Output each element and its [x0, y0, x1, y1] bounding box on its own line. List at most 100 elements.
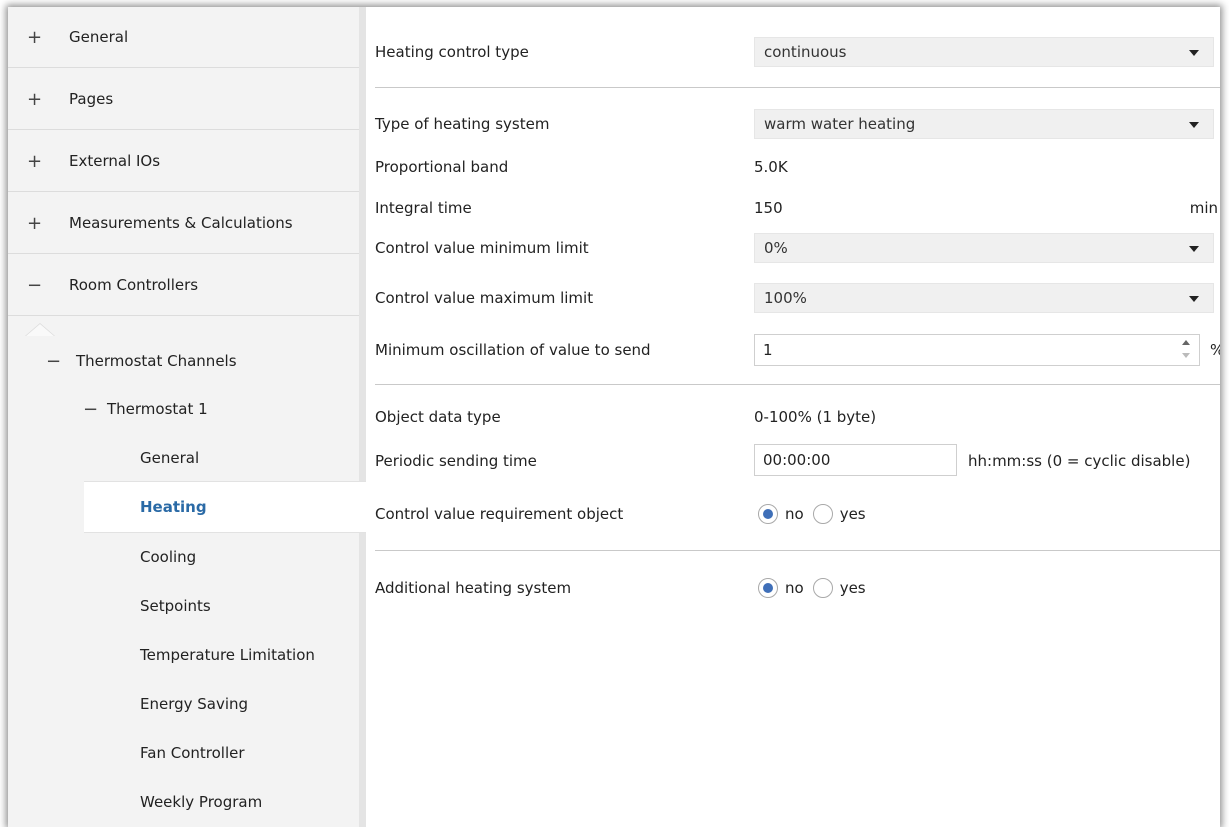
param-integral-time: Integral time 150 min: [366, 193, 1220, 223]
tree-page-label: Temperature Limitation: [140, 646, 315, 664]
expand-plus-icon[interactable]: +: [27, 27, 42, 48]
select-value: warm water heating: [764, 115, 916, 133]
tree-page-general[interactable]: General: [8, 434, 359, 482]
param-additional-heating: Additional heating system no yes: [366, 573, 1220, 603]
tree-page-energy-saving[interactable]: Energy Saving: [8, 680, 359, 728]
window: + General + Pages + External IOs + Measu…: [8, 7, 1220, 827]
section-divider: [375, 87, 1220, 88]
param-label: Control value maximum limit: [375, 289, 594, 307]
param-label: Periodic sending time: [375, 452, 537, 470]
param-heating-control-type: Heating control type continuous: [366, 37, 1220, 67]
expanded-caret-fill: [26, 324, 54, 336]
radio-label: no: [785, 505, 804, 523]
expand-plus-icon[interactable]: +: [27, 89, 42, 110]
collapse-minus-icon[interactable]: −: [83, 399, 98, 420]
expand-plus-icon[interactable]: +: [27, 213, 42, 234]
tree-item-thermostat-channels[interactable]: − Thermostat Channels: [8, 337, 359, 385]
param-min-limit: Control value minimum limit 0%: [366, 233, 1220, 263]
select-value: 0%: [764, 239, 788, 257]
spin-up-icon[interactable]: [1182, 340, 1190, 345]
input-value: 00:00:00: [763, 451, 831, 469]
stepper-value: 1: [763, 341, 773, 359]
tree-page-fan-controller[interactable]: Fan Controller: [8, 729, 359, 777]
param-label: Object data type: [375, 408, 501, 426]
tree-page-temperature-limitation[interactable]: Temperature Limitation: [8, 631, 359, 679]
tree-page-label: Weekly Program: [140, 793, 263, 811]
sidebar-item-pages[interactable]: + Pages: [8, 69, 359, 130]
dropdown-arrow-icon: [1189, 296, 1199, 302]
select-value: 100%: [764, 289, 807, 307]
max-limit-select[interactable]: 100%: [754, 283, 1214, 313]
tree-page-label: Fan Controller: [140, 744, 245, 762]
param-label: Proportional band: [375, 158, 509, 176]
param-label: Additional heating system: [375, 579, 572, 597]
param-label: Control value minimum limit: [375, 239, 589, 257]
spinner-arrows-icon[interactable]: [1181, 339, 1191, 361]
param-min-oscillation: Minimum oscillation of value to send 1 %: [366, 334, 1220, 366]
param-value: 5.0K: [754, 158, 788, 176]
min-oscillation-stepper[interactable]: 1: [754, 334, 1200, 366]
tree-page-label: Energy Saving: [140, 695, 249, 713]
expand-plus-icon[interactable]: +: [27, 151, 42, 172]
param-value: 0-100% (1 byte): [754, 408, 877, 426]
sidebar-item-label: Room Controllers: [69, 276, 199, 294]
sidebar-item-general[interactable]: + General: [8, 7, 359, 68]
radio-label: yes: [839, 505, 866, 523]
radio-no[interactable]: [758, 504, 778, 524]
param-label: Minimum oscillation of value to send: [375, 341, 651, 359]
tree-item-label: Thermostat 1: [107, 400, 208, 418]
tree-page-weekly-program[interactable]: Weekly Program: [8, 778, 359, 826]
sidebar-item-label: General: [69, 28, 129, 46]
periodic-sending-input[interactable]: 00:00:00: [754, 444, 957, 476]
tree-item-label: Thermostat Channels: [76, 352, 237, 370]
param-label: Type of heating system: [375, 115, 550, 133]
tree-page-label: Heating: [140, 498, 207, 516]
section-divider: [375, 384, 1220, 385]
sidebar-item-external-ios[interactable]: + External IOs: [8, 131, 359, 192]
param-object-data-type: Object data type 0-100% (1 byte): [366, 402, 1220, 432]
param-proportional-band: Proportional band 5.0K: [366, 152, 1220, 182]
param-label: Integral time: [375, 199, 472, 217]
sidebar-item-label: Pages: [69, 90, 114, 108]
radio-yes[interactable]: [812, 578, 833, 598]
collapse-minus-icon[interactable]: −: [46, 351, 61, 372]
requirement-object-radio-group: no yes: [758, 504, 875, 524]
spin-down-icon[interactable]: [1182, 353, 1190, 358]
tree-page-setpoints[interactable]: Setpoints: [8, 582, 359, 630]
tree-page-heating[interactable]: Heating: [8, 483, 359, 531]
tree-page-label: Cooling: [140, 548, 197, 566]
dropdown-arrow-icon: [1189, 122, 1199, 128]
param-heating-system-type: Type of heating system warm water heatin…: [366, 109, 1220, 139]
collapse-minus-icon[interactable]: −: [27, 275, 42, 296]
param-label: Control value requirement object: [375, 505, 624, 523]
section-divider: [375, 550, 1220, 551]
dropdown-arrow-icon: [1189, 50, 1199, 56]
tree-page-cooling[interactable]: Cooling: [8, 533, 359, 581]
param-max-limit: Control value maximum limit 100%: [366, 283, 1220, 313]
param-value: 150: [754, 199, 783, 217]
radio-label: yes: [839, 579, 866, 597]
tree-item-thermostat-1[interactable]: − Thermostat 1: [8, 385, 359, 433]
param-label: Heating control type: [375, 43, 529, 61]
param-requirement-object: Control value requirement object no yes: [366, 499, 1220, 529]
sidebar: + General + Pages + External IOs + Measu…: [8, 7, 366, 827]
heating-system-type-select[interactable]: warm water heating: [754, 109, 1214, 139]
heating-control-type-select[interactable]: continuous: [754, 37, 1214, 67]
tree-page-label: Setpoints: [140, 597, 211, 615]
radio-label: no: [785, 579, 804, 597]
sidebar-item-measurements[interactable]: + Measurements & Calculations: [8, 193, 359, 254]
sidebar-item-label: Measurements & Calculations: [69, 214, 293, 232]
param-unit: %: [1210, 341, 1220, 359]
radio-no[interactable]: [758, 578, 778, 598]
min-limit-select[interactable]: 0%: [754, 233, 1214, 263]
sidebar-item-label: External IOs: [69, 152, 161, 170]
radio-yes[interactable]: [812, 504, 833, 524]
param-hint: hh:mm:ss (0 = cyclic disable): [968, 452, 1191, 470]
param-unit: min: [1189, 199, 1218, 217]
select-value: continuous: [764, 43, 847, 61]
sidebar-item-room-controllers[interactable]: − Room Controllers: [8, 255, 359, 316]
dropdown-arrow-icon: [1189, 246, 1199, 252]
param-periodic-sending: Periodic sending time 00:00:00 hh:mm:ss …: [366, 444, 1220, 476]
parameter-panel: Heating control type continuous Type of …: [366, 7, 1220, 827]
tree-page-label: General: [140, 449, 200, 467]
